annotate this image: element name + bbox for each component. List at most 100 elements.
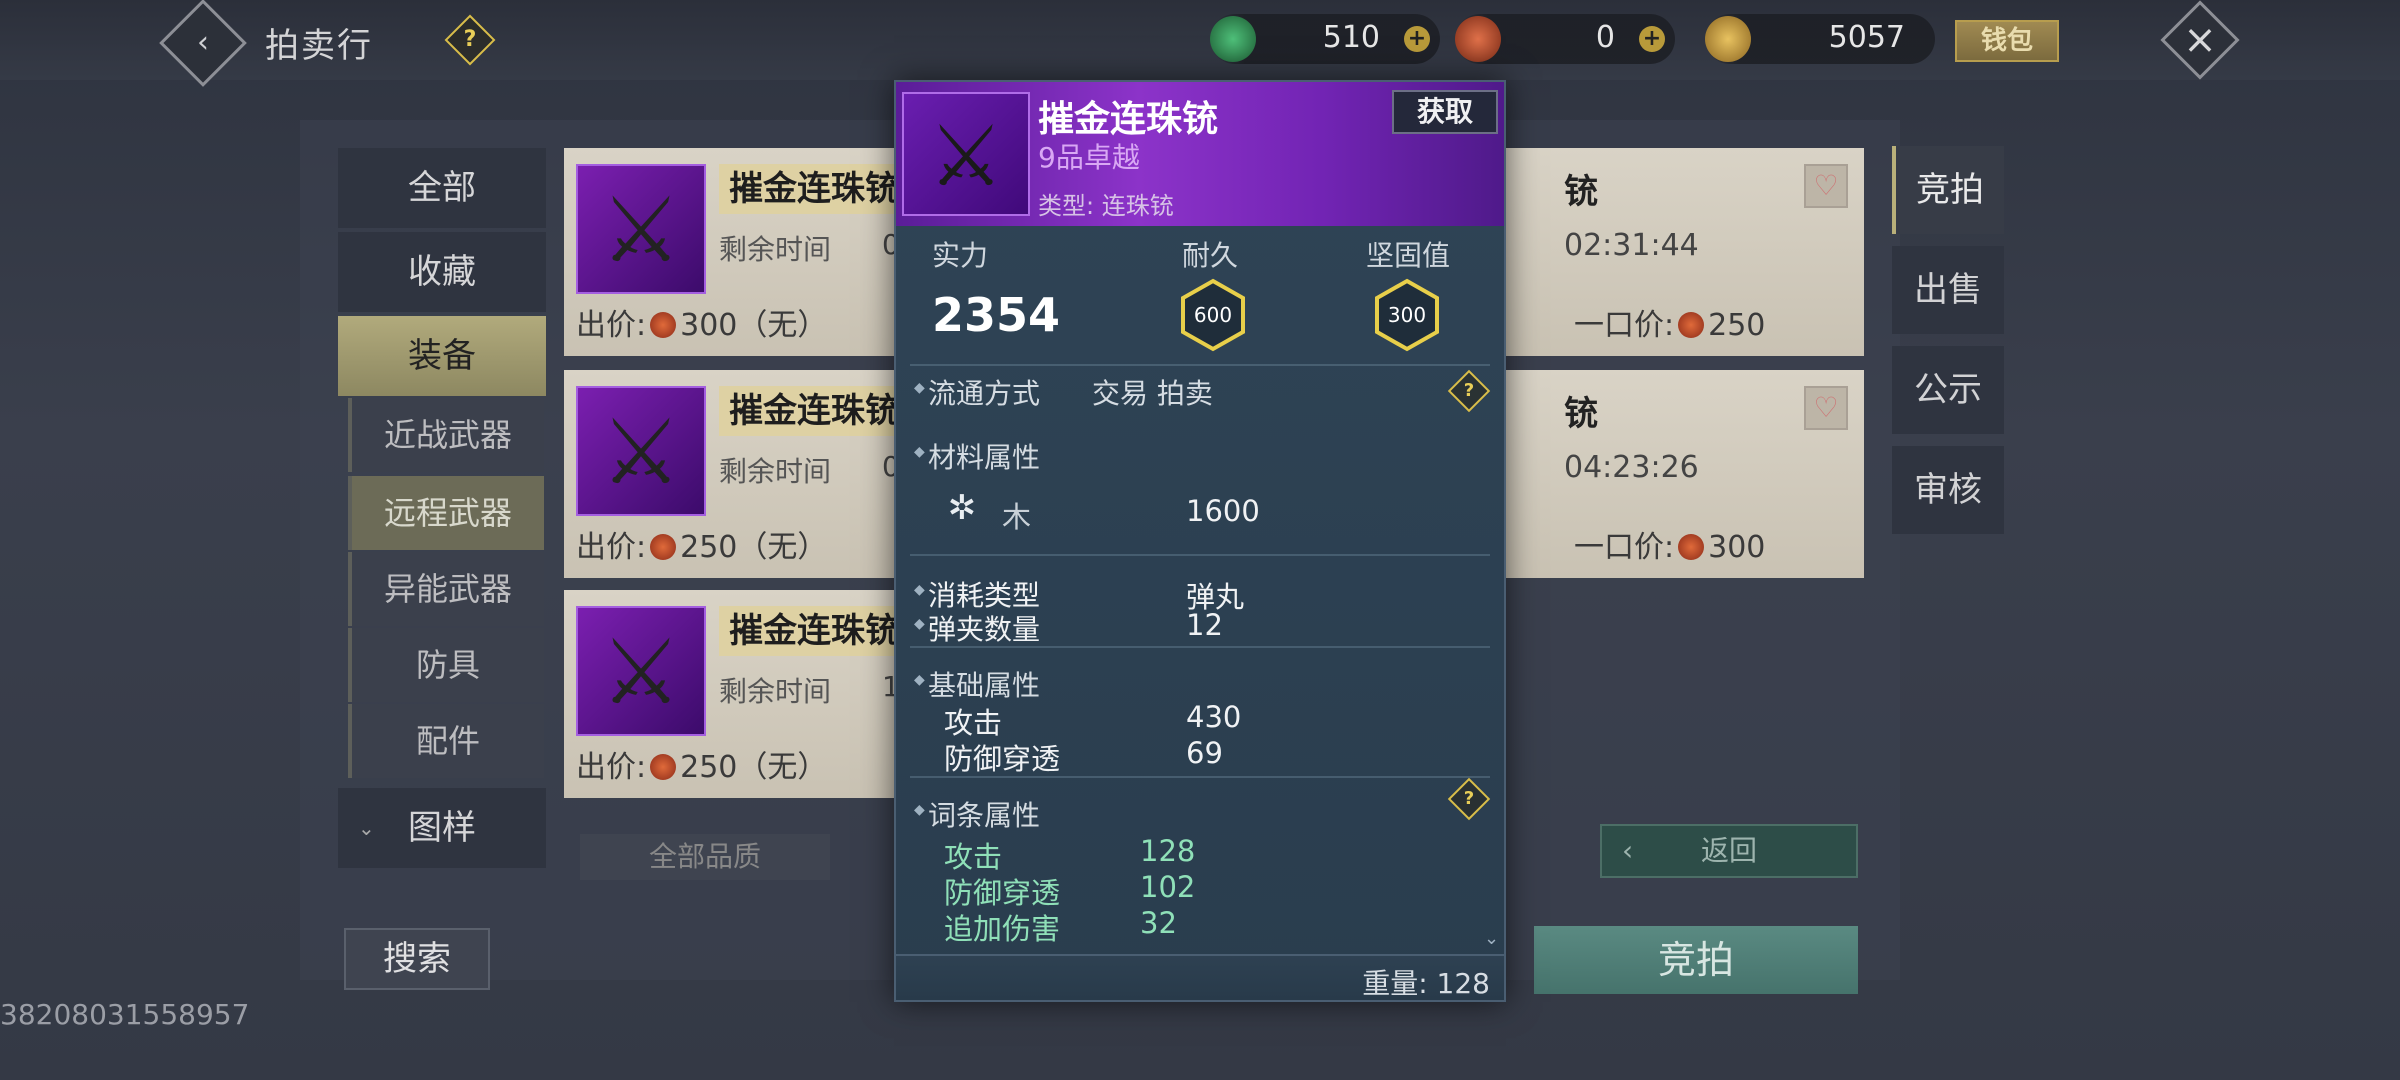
base-attr-name: 防御穿透 [944,742,1061,776]
base-attr-label: 基础属性 [914,664,1040,704]
nav-armor[interactable]: 防具 [348,628,544,702]
listing-card[interactable]: ⚔ 摧金连珠铳 剩余时间 19 出价:250（无） [564,590,918,798]
item-name: 摧金连珠铳 [719,164,899,214]
heart-icon: ♡ [1813,169,1839,202]
nav-melee-weapons[interactable]: 近战武器 [348,398,544,472]
weapon-icon: ⚔ [576,386,706,516]
affix-value: 32 [1140,906,1177,940]
add-jade-button[interactable]: + [1404,26,1430,52]
heart-icon: ♡ [1813,391,1839,424]
coin-icon [1678,312,1705,338]
time-label: 剩余时间 [719,675,832,708]
item-name-right: 铳 [1564,394,1598,434]
top-bar: ‹ 拍卖行 ? 510 + 0 + 5057 钱包 × [0,0,2400,87]
power-value: 2354 [932,288,1061,342]
affix-label: 词条属性 [914,794,1040,834]
item-name-right: 铳 [1564,172,1598,212]
material-label: 材料属性 [914,436,1040,476]
base-attr-value: 69 [1186,736,1223,770]
circulation-value: 交易 拍卖 [1092,377,1213,410]
close-button[interactable]: × [2160,0,2240,80]
return-button[interactable]: ‹ 返回 [1600,824,1858,878]
favorite-button[interactable]: ♡ [1804,386,1848,430]
time-label: 剩余时间 [719,455,832,488]
nav-psionic-weapons[interactable]: 异能武器 [348,552,544,626]
nav-all[interactable]: 全部 [338,148,546,228]
solidity-value: 300 [1387,303,1427,327]
solidity-label: 坚固值 [1366,239,1451,272]
help-icon[interactable]: ? [1447,369,1491,413]
durability-label: 耐久 [1182,239,1239,272]
currency-gold: 5057 [1705,14,1935,64]
nav-ranged-weapons[interactable]: 远程武器 [348,476,544,550]
item-tooltip: ⚔ 摧金连珠铳 9品卓越 类型: 连珠铳 获取 实力 2354 耐久 600 坚… [894,80,1506,1002]
chevron-down-icon: ⌄ [358,816,375,840]
weapon-icon: ⚔ [576,606,706,736]
item-name: 摧金连珠铳 [719,606,899,656]
red-coin-icon [1455,16,1501,62]
back-button[interactable]: ‹ [159,0,247,87]
currency-red: 0 + [1455,14,1675,64]
nav-favorites[interactable]: 收藏 [338,232,546,312]
item-name: 摧金连珠铳 [719,386,899,436]
item-type: 类型: 连珠铳 [1038,192,1174,220]
help-icon[interactable]: ? [1447,777,1491,821]
material-name: 木 [1002,500,1032,534]
currency-value: 510 [1322,20,1380,55]
gold-coin-icon [1705,16,1751,62]
nav-patterns-label: 图样 [408,808,476,848]
buyout-price: 一口价: 250 [1574,308,1766,343]
wood-icon: ✲ [947,488,977,528]
weapon-icon: ⚔ [576,164,706,294]
currency-jade: 510 + [1210,14,1440,64]
tab-bid[interactable]: 竞拍 [1892,146,2004,234]
search-button[interactable]: 搜索 [344,928,490,990]
coin-icon [1678,534,1705,560]
scroll-down-icon[interactable]: ⌄ [1484,928,1499,949]
chevron-left-icon: ‹ [197,25,209,60]
bid-price: 出价: 250（无） [576,750,828,785]
bid-price: 出价: 250（无） [576,530,828,565]
nav-equipment[interactable]: 装备 [338,316,546,396]
material-value: 1600 [1186,494,1260,528]
get-button[interactable]: 获取 [1392,90,1498,134]
divider [910,364,1490,366]
tab-review[interactable]: 审核 [1892,446,2004,534]
quality-filter[interactable]: 全部品质 [580,834,830,880]
favorite-button[interactable]: ♡ [1804,164,1848,208]
durability-value: 600 [1193,303,1233,327]
affix-value: 128 [1140,834,1196,868]
durability-hex: 600 [1178,278,1248,352]
bid-price: 出价: 300（无） [576,308,828,343]
currency-value: 5057 [1828,20,1905,55]
close-icon: × [2183,17,2217,63]
nav-accessories[interactable]: 配件 [348,704,544,778]
help-icon[interactable]: ? [444,14,496,66]
chevron-left-icon: ‹ [1622,834,1634,867]
buyout-price: 一口价: 300 [1574,530,1766,565]
tab-sell[interactable]: 出售 [1892,246,2004,334]
time-value-right: 02:31:44 [1564,228,1699,263]
item-name: 摧金连珠铳 [1038,99,1219,140]
tooltip-header: ⚔ 摧金连珠铳 9品卓越 类型: 连珠铳 获取 [896,82,1504,226]
weapon-icon: ⚔ [902,92,1030,216]
tooltip-footer: 重量: 128 [896,954,1504,1000]
time-label: 剩余时间 [719,233,832,266]
nav-patterns[interactable]: ⌄ 图样 [338,788,546,868]
affix-value: 102 [1140,870,1196,904]
jade-coin-icon [1210,16,1256,62]
time-value-right: 04:23:26 [1564,450,1699,485]
circulation-label: 流通方式 [914,372,1040,412]
add-red-button[interactable]: + [1639,26,1665,52]
tab-public[interactable]: 公示 [1892,346,2004,434]
currency-value: 0 [1595,20,1615,55]
affix-name: 追加伤害 [944,912,1061,946]
item-grade: 9品卓越 [1038,141,1140,174]
bid-button[interactable]: 竞拍 [1534,926,1858,994]
return-label: 返回 [1700,834,1757,867]
base-attr-value: 430 [1186,700,1242,734]
divider [910,646,1490,648]
clip-label: 弹夹数量 [914,608,1040,648]
wallet-button[interactable]: 钱包 [1955,20,2059,62]
page-title: 拍卖行 [265,26,373,66]
